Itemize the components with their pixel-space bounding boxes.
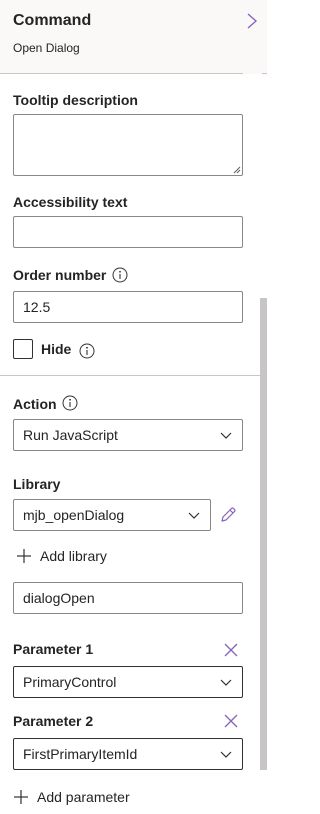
edit-pencil-icon[interactable] <box>219 506 237 524</box>
parameter-1-label: Parameter 1 <box>13 641 94 657</box>
hide-label: Hide <box>41 341 72 357</box>
action-selected-value: Run JavaScript <box>23 427 118 443</box>
info-icon[interactable] <box>112 267 128 283</box>
panel-header: Command Open Dialog <box>0 0 267 74</box>
library-label: Library <box>13 476 61 492</box>
library-dropdown[interactable]: mjb_openDialog <box>13 499 211 531</box>
add-library-button[interactable]: Add library <box>16 548 107 564</box>
hide-checkbox[interactable] <box>13 339 33 359</box>
chevron-down-icon <box>220 751 232 758</box>
order-number-label: Order number <box>13 267 107 283</box>
chevron-down-icon <box>188 512 200 519</box>
library-selected-value: mjb_openDialog <box>23 507 125 523</box>
info-icon[interactable] <box>62 395 78 411</box>
close-icon[interactable] <box>223 713 239 729</box>
header-divider <box>0 73 243 74</box>
info-icon[interactable] <box>79 343 95 359</box>
action-dropdown[interactable]: Run JavaScript <box>13 419 243 451</box>
panel-title: Command <box>13 12 92 29</box>
add-parameter-button[interactable]: Add parameter <box>13 789 130 805</box>
add-parameter-label: Add parameter <box>37 789 130 805</box>
resize-grip-icon[interactable] <box>233 166 241 174</box>
parameter-1-dropdown[interactable]: PrimaryControl <box>13 666 243 698</box>
scrollbar-thumb[interactable] <box>260 298 267 770</box>
tooltip-label: Tooltip description <box>13 92 138 108</box>
tooltip-textarea[interactable] <box>13 114 243 176</box>
action-label: Action <box>13 396 57 412</box>
parameter-2-selected-value: FirstPrimaryItemId <box>23 746 138 762</box>
parameter-1-selected-value: PrimaryControl <box>23 674 117 690</box>
function-name-input[interactable]: dialogOpen <box>13 582 243 614</box>
section-divider <box>0 375 260 376</box>
plus-icon <box>17 549 31 563</box>
parameter-2-dropdown[interactable]: FirstPrimaryItemId <box>13 738 243 770</box>
accessibility-input[interactable] <box>13 216 243 248</box>
add-library-label: Add library <box>40 548 107 564</box>
panel-subtitle: Open Dialog <box>13 41 80 55</box>
parameter-2-label: Parameter 2 <box>13 713 94 729</box>
close-icon[interactable] <box>223 642 239 658</box>
header-divider-right <box>262 73 267 74</box>
accessibility-label: Accessibility text <box>13 194 128 210</box>
chevron-right-icon[interactable] <box>244 12 260 30</box>
plus-icon <box>14 790 28 804</box>
chevron-down-icon <box>220 679 232 686</box>
order-number-input[interactable]: 12.5 <box>13 291 243 323</box>
chevron-down-icon <box>220 432 232 439</box>
